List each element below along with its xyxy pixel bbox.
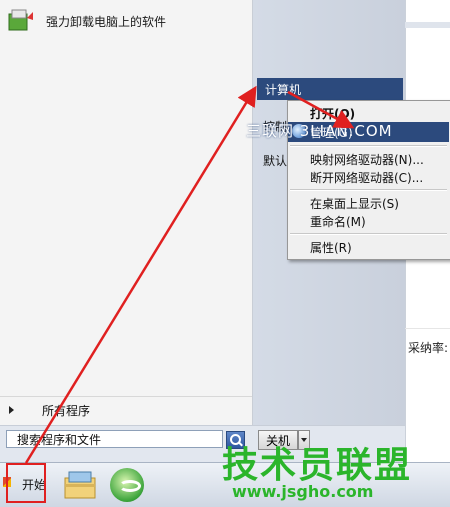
background-divider: [405, 328, 450, 329]
all-programs-item[interactable]: 所有程序: [0, 396, 252, 423]
background-window-frame: [400, 22, 450, 28]
computer-item[interactable]: 计算机: [257, 78, 403, 100]
context-map-drive[interactable]: 映射网络驱动器(N)...: [288, 149, 449, 169]
expand-arrow-icon: [9, 406, 14, 414]
background-label: 采纳率:: [408, 341, 449, 355]
annotation-start-highlight: [6, 463, 46, 503]
default-programs-item[interactable]: 默认: [263, 152, 287, 169]
watermark-url: www.jsgho.com: [232, 482, 374, 501]
watermark-overlay-text: 三联网 3LIAN.COM: [246, 122, 393, 140]
context-separator: [290, 189, 447, 191]
uninstall-app-icon: [6, 8, 36, 34]
pinned-program-item[interactable]: 强力卸载电脑上的软件: [6, 8, 166, 34]
browser-icon[interactable]: [110, 468, 144, 502]
context-properties[interactable]: 属性(R): [288, 237, 449, 257]
context-rename[interactable]: 重命名(M): [288, 211, 449, 231]
start-menu-left-pane: 强力卸载电脑上的软件 所有程序: [0, 0, 253, 425]
computer-label: 计算机: [265, 82, 302, 97]
watermark-logo: 技术员联盟: [222, 445, 413, 486]
search-input[interactable]: 搜索程序和文件: [6, 430, 223, 448]
context-disconnect-drive[interactable]: 断开网络驱动器(C)...: [288, 167, 449, 187]
context-separator: [290, 145, 447, 147]
pinned-program-label: 强力卸载电脑上的软件: [46, 14, 167, 29]
context-separator: [290, 233, 447, 235]
file-explorer-icon[interactable]: [62, 468, 98, 502]
context-show-on-desktop[interactable]: 在桌面上显示(S): [288, 193, 449, 213]
all-programs-label: 所有程序: [42, 403, 91, 418]
